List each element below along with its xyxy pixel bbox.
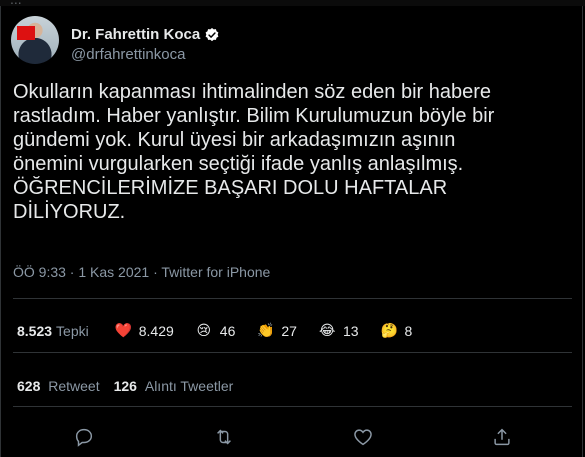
reactions-total-count: 8.523	[17, 322, 53, 339]
reactions-row[interactable]: 8.523 Tepki ❤️ 8.429 😢 46 👏 27 😂 13 🤔 8	[17, 322, 434, 339]
reply-button[interactable]	[73, 426, 95, 448]
tweet-line: DİLİYORUZ.	[13, 201, 126, 223]
divider	[13, 406, 572, 407]
tweet-line: Okulların kapanması ihtimalinden söz ede…	[13, 81, 492, 103]
reaction-count: 27	[281, 322, 297, 339]
retweet-icon	[217, 429, 231, 445]
divider	[13, 298, 572, 299]
like-button[interactable]	[352, 426, 374, 448]
quotes-label: Alıntı Tweetler	[144, 378, 234, 394]
heart-icon: ❤️	[114, 322, 133, 338]
reaction-sad[interactable]: 😢 46	[196, 322, 236, 339]
reaction-count: 13	[342, 322, 359, 339]
quotes-count: 126	[113, 378, 137, 394]
retweets-count: 628	[17, 378, 41, 394]
reaction-heart[interactable]: ❤️ 8.429	[115, 322, 174, 339]
reaction-count: 8	[404, 322, 413, 339]
retweet-button[interactable]	[213, 426, 235, 448]
action-bar	[1, 420, 584, 452]
reaction-thinking[interactable]: 🤔 8	[381, 322, 413, 339]
author-name-row[interactable]: Dr. Fahrettin Koca	[71, 26, 220, 43]
reply-icon	[75, 428, 93, 447]
quotes-stat[interactable]: 126 Alıntı Tweetler	[114, 378, 234, 394]
reaction-clap[interactable]: 👏 27	[257, 322, 297, 339]
avatar[interactable]	[11, 16, 59, 64]
like-icon	[354, 429, 372, 446]
tweet-timestamp[interactable]: ÖÖ 9:33 · 1 Kas 2021 · Twitter for iPhon…	[13, 264, 270, 280]
retweets-label: Retweet	[48, 378, 100, 394]
share-icon	[494, 428, 510, 446]
flag-badge-icon	[17, 26, 35, 40]
thinking-face-icon: 🤔	[380, 322, 398, 338]
tweet-card: Dr. Fahrettin Koca @drfahrettinkoca Okul…	[0, 6, 583, 457]
author-name[interactable]: Dr. Fahrettin Koca	[71, 26, 200, 43]
tweet-line: rastladım. Haber yanlıştır. Bilim Kurulu…	[13, 105, 495, 127]
sad-face-icon: 😢	[196, 322, 212, 338]
reactions-total-label: Tepki	[56, 322, 89, 339]
laughing-face-icon: 😂	[318, 322, 336, 338]
share-button[interactable]	[491, 426, 513, 448]
tweet-line: önemini vurgularken seçtiği ifade yanlış…	[13, 153, 464, 175]
divider	[13, 352, 572, 353]
verified-badge-icon	[205, 27, 219, 41]
reaction-count: 46	[219, 322, 236, 339]
tweet-line: ÖĞRENCİLERİMİZE BAŞARI DOLU HAFTALAR	[13, 177, 448, 199]
tweet-text: Okulların kapanması ihtimalinden söz ede…	[13, 80, 573, 224]
tweet-line: gündemi yok. Kurul üyesi bir arkadaşımız…	[13, 129, 456, 151]
reaction-count: 8.429	[138, 322, 174, 339]
clapping-hands-icon: 👏	[257, 322, 275, 338]
reaction-laugh[interactable]: 😂 13	[319, 322, 359, 339]
retweets-stat[interactable]: 628 Retweet	[17, 378, 100, 394]
stats-row: 628 Retweet 126 Alıntı Tweetler	[17, 378, 247, 394]
author-handle[interactable]: @drfahrettinkoca	[71, 46, 185, 63]
